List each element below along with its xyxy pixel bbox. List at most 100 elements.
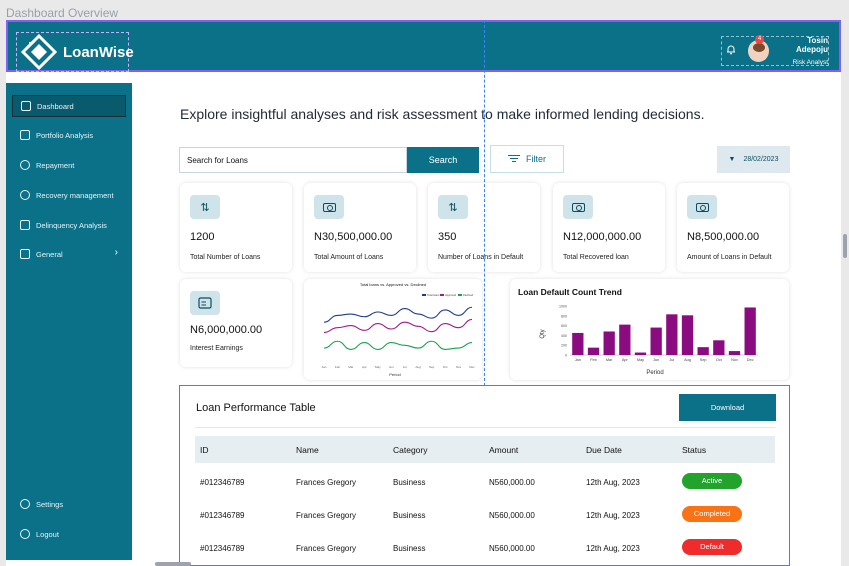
cell-name: Frances Gregory (296, 544, 357, 553)
chart-title: Total loans vs. Approved vs. Declined (360, 282, 426, 287)
x-tick-label: Apr (622, 358, 629, 362)
bar (619, 324, 631, 355)
x-tick-label: Nov (731, 358, 738, 362)
sidebar-item-label: General (36, 249, 63, 259)
column-header[interactable]: Category (393, 445, 428, 455)
column-header[interactable]: Status (682, 445, 706, 455)
x-tick-label: Nov (456, 365, 462, 369)
x-tick-label: Jan (322, 365, 327, 369)
stat-value: N30,500,000.00 (314, 231, 393, 243)
sidebar-item-dashboard[interactable]: Dashboard (12, 95, 126, 117)
sidebar-item-settings[interactable]: Settings (12, 493, 126, 515)
sidebar-item-logout[interactable]: Logout (12, 523, 126, 545)
column-header[interactable]: ID (200, 445, 209, 455)
x-tick-label: Mar (606, 358, 613, 362)
chart-xlabel: Period (646, 370, 663, 376)
search-button[interactable]: Search (407, 147, 479, 173)
y-tick-label: 0 (565, 354, 567, 358)
brand-logo[interactable]: LoanWise (16, 32, 134, 72)
vertical-scrollbar[interactable] (843, 234, 847, 258)
stat-card-recovered: N12,000,000.00 Total Recovered loan (553, 183, 665, 272)
dashboard-frame: LoanWise 4 Tosin Adepoju Risk Analyst Da… (6, 20, 841, 566)
x-tick-label: Jun (653, 358, 659, 362)
user-area: 4 Tosin Adepoju Risk Analyst (721, 35, 829, 66)
user-role: Risk Analyst (792, 59, 828, 66)
series-line (323, 318, 473, 333)
y-tick-label: 800 (561, 314, 567, 318)
stat-label: Total Number of Loans (190, 254, 261, 261)
bar (681, 315, 694, 355)
divider (195, 427, 775, 428)
stat-card-total-loans: ⇅ 1200 Total Number of Loans (180, 183, 292, 272)
user-info: Tosin Adepoju Risk Analyst (775, 36, 828, 66)
arrows-updown-icon: ⇅ (438, 195, 468, 219)
home-icon (21, 101, 31, 111)
sidebar-item-recovery-management[interactable]: Recovery management (12, 184, 126, 206)
cell-amount: N560,000.00 (489, 511, 535, 520)
filter-icon (508, 155, 520, 163)
table-row[interactable]: #012346789 Frances Gregory Business N560… (195, 467, 775, 500)
filter-label: Filter (526, 154, 546, 164)
status-badge: Active (682, 473, 742, 489)
column-header[interactable]: Amount (489, 445, 518, 455)
stat-value: N6,000,000.00 (190, 324, 263, 336)
sidebar-item-general[interactable]: General › (12, 243, 126, 265)
x-tick-label: Aug (684, 358, 691, 362)
horizontal-scrollbar[interactable] (155, 562, 191, 566)
legend-label: Total loans (427, 293, 440, 297)
cell-name: Frances Gregory (296, 478, 357, 487)
bar-chart: Loan Default Count Trend Period Qty 0 200… (518, 287, 758, 376)
cell-amount: N560,000.00 (489, 544, 535, 553)
money-icon (687, 195, 717, 219)
chart-title: Loan Default Count Trend (518, 287, 622, 297)
search-input[interactable]: Search for Loans (179, 147, 407, 173)
bar (603, 331, 615, 355)
cell-id: #012346789 (200, 511, 245, 520)
status-badge: Completed (682, 506, 742, 522)
bar (634, 352, 647, 355)
filter-button[interactable]: Filter (490, 145, 564, 173)
chart-xlabel: Period (389, 372, 401, 377)
status-badge: Default (682, 539, 742, 555)
sidebar-item-portfolio-analysis[interactable]: Portfolio Analysis (12, 124, 126, 146)
bar (572, 332, 584, 355)
table-row[interactable]: #012346789 Frances Gregory Business N560… (195, 500, 775, 533)
cell-category: Business (393, 511, 426, 520)
cell-id: #012346789 (200, 478, 245, 487)
cell-id: #012346789 (200, 544, 245, 553)
stat-value: 1200 (190, 231, 215, 243)
sidebar-item-repayment[interactable]: Repayment (12, 154, 126, 176)
bar (587, 347, 600, 355)
bell-icon[interactable] (726, 44, 736, 58)
x-tick-label: Aug (416, 365, 422, 369)
table-row[interactable]: #012346789 Frances Gregory Business N560… (195, 533, 775, 566)
x-tick-label: Oct (716, 358, 723, 362)
stat-value: N8,500,000.00 (687, 231, 760, 243)
column-header[interactable]: Name (296, 445, 319, 455)
date-picker[interactable]: ▼ 28/02/2023 (717, 146, 790, 173)
x-tick-label: Apr (362, 365, 367, 369)
y-tick-label: 1000 (559, 305, 567, 309)
stat-card-total-amount: N30,500,000.00 Total Amount of Loans (304, 183, 416, 272)
stat-value: 350 (438, 231, 457, 243)
sidebar-item-label: Recovery management (36, 190, 114, 200)
brand-name: LoanWise (63, 43, 134, 61)
bar (650, 327, 662, 355)
loan-performance-table: Loan Performance Table Download ID Name … (179, 385, 790, 566)
y-tick-label: 400 (561, 334, 567, 338)
date-value: 28/02/2023 (743, 156, 779, 163)
x-tick-label: Mar (348, 365, 353, 369)
download-button[interactable]: Download (679, 394, 776, 421)
cell-category: Business (393, 478, 426, 487)
column-header[interactable]: Due Date (586, 445, 622, 455)
repayment-icon (20, 160, 30, 170)
x-tick-label: Feb (335, 365, 341, 369)
stat-value: N12,000,000.00 (563, 231, 642, 243)
legend-swatch (422, 294, 426, 296)
sidebar-item-delinquency-analysis[interactable]: Delinquency Analysis (12, 214, 126, 236)
page-headline: Explore insightful analyses and risk ass… (180, 106, 705, 122)
cell-due-date: 12th Aug, 2023 (586, 544, 640, 553)
money-icon (314, 195, 344, 219)
x-tick-label: Oct (443, 365, 448, 369)
series-line (323, 306, 473, 323)
